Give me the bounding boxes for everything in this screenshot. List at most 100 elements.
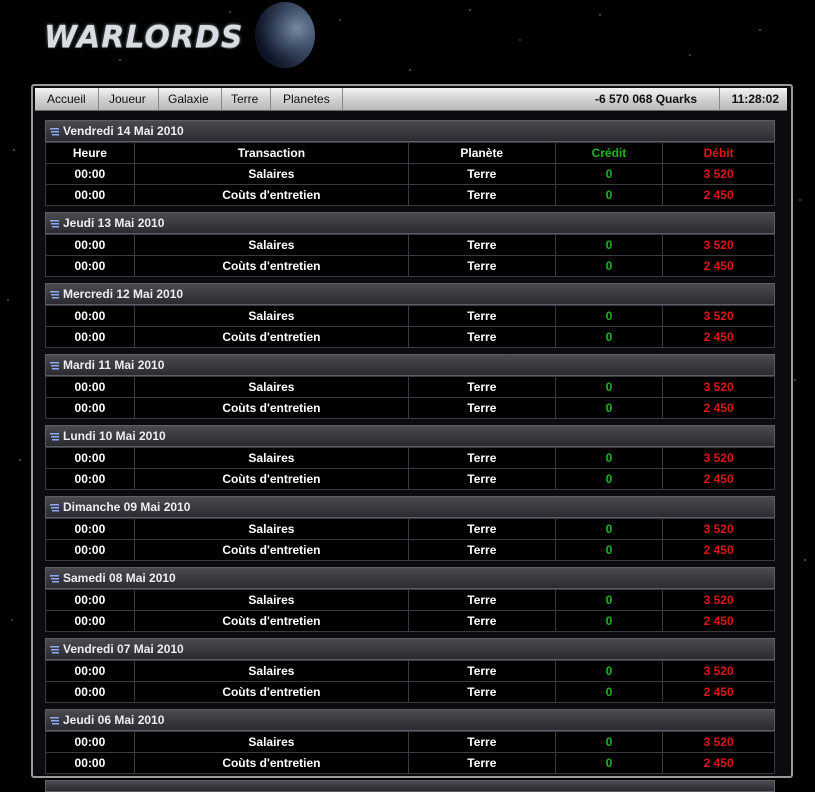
cell-transaction: Salaires (133, 234, 410, 256)
cell-heure: 00:00 (45, 234, 135, 256)
cell-debit: 2 450 (662, 326, 775, 348)
cell-debit: 2 450 (662, 184, 775, 206)
cell-planete: Terre (408, 752, 556, 774)
day-date: Vendredi 14 Mai 2010 (63, 124, 184, 138)
cell-debit: 3 520 (662, 447, 775, 469)
table-row: 00:00 Salaires Terre 0 3 520 (45, 163, 775, 185)
transaction-table: 00:00 Salaires Terre 0 3 520 00:00 Coùts d'ent… (45, 660, 775, 703)
nav-joueur[interactable]: Joueur (97, 88, 159, 110)
col-debit: Débit (662, 142, 775, 164)
cell-credit: 0 (554, 234, 664, 256)
day-section: Lundi 10 Mai 2010 00:00 Salaires Terre 0 3 52… (45, 425, 775, 490)
cell-credit: 0 (554, 184, 664, 206)
cell-planete: Terre (408, 539, 556, 561)
cell-planete: Terre (407, 163, 556, 185)
cell-heure: 00:00 (45, 376, 135, 398)
cell-planete: Terre (408, 397, 556, 419)
day-header[interactable]: Jeudi 13 Mai 2010 (45, 212, 775, 234)
site-logo[interactable]: WARLORDS (44, 20, 244, 55)
cell-debit: 3 520 (662, 305, 775, 327)
table-row: 00:00 Salaires Terre 0 3 520 (45, 305, 775, 327)
table-row: 00:00 Coùts d'entretien Terre 0 2 450 (45, 468, 775, 490)
cell-planete: Terre (408, 731, 556, 753)
table-row: 00:00 Salaires Terre 0 3 520 (45, 234, 775, 256)
cell-debit: 3 520 (662, 589, 775, 611)
day-section: Mardi 11 Mai 2010 00:00 Salaires Terre 0 3 52… (45, 354, 775, 419)
cell-debit: 2 450 (662, 539, 775, 561)
day-header[interactable]: Vendredi 07 Mai 2010 (45, 638, 775, 660)
cell-credit: 0 (554, 539, 664, 561)
cell-debit: 2 450 (662, 255, 775, 277)
cell-credit: 0 (554, 447, 664, 469)
nav-bar: Accueil Joueur Galaxie Terre Planetes -6… (35, 88, 787, 111)
cell-planete: Terre (408, 305, 556, 327)
day-header[interactable]: Mardi 11 Mai 2010 (45, 354, 775, 376)
cell-heure: 00:00 (45, 468, 135, 490)
cell-transaction: Coùts d'entretien (133, 539, 410, 561)
transaction-table: 00:00 Salaires Terre 0 3 520 00:00 Coùts d'ent… (45, 305, 775, 348)
table-header-row: Heure Transaction Planète Crédit Débit (45, 142, 775, 164)
cell-transaction: Salaires (133, 731, 410, 753)
transaction-table: 00:00 Salaires Terre 0 3 520 00:00 Coùts d'ent… (45, 589, 775, 632)
cell-heure: 00:00 (45, 731, 135, 753)
table-row: 00:00 Coùts d'entretien Terre 0 2 450 (45, 184, 775, 206)
day-section: Vendredi 14 Mai 2010 Heure Transaction Plan… (45, 120, 775, 206)
nav-galaxie[interactable]: Galaxie (156, 88, 222, 110)
list-icon (50, 427, 59, 441)
day-header[interactable]: Mercredi 12 Mai 2010 (45, 283, 775, 305)
cell-credit: 0 (554, 397, 664, 419)
cell-transaction: Salaires (133, 518, 410, 540)
cell-planete: Terre (408, 468, 556, 490)
cell-heure: 00:00 (45, 255, 135, 277)
cell-credit: 0 (554, 163, 664, 185)
day-date: Jeudi 06 Mai 2010 (63, 713, 165, 727)
day-section: Mercredi 12 Mai 2010 00:00 Salaires Terre 0 3… (45, 283, 775, 348)
nav-accueil[interactable]: Accueil (35, 88, 99, 110)
table-row: 00:00 Coùts d'entretien Terre 0 2 450 (45, 610, 775, 632)
day-date: Mardi 11 Mai 2010 (63, 358, 165, 372)
cell-planete: Terre (408, 610, 556, 632)
nav-terre[interactable]: Terre (219, 88, 272, 110)
cell-debit: 3 520 (662, 660, 775, 682)
day-header[interactable]: Lundi 10 Mai 2010 (45, 425, 775, 447)
server-clock: 11:28:02 (718, 88, 787, 110)
table-row: 00:00 Salaires Terre 0 3 520 (45, 447, 775, 469)
day-header[interactable]: Samedi 08 Mai 2010 (45, 567, 775, 589)
cell-credit: 0 (554, 305, 664, 327)
nav-planetes[interactable]: Planetes (271, 88, 343, 110)
cell-debit: 3 520 (662, 731, 775, 753)
cell-heure: 00:00 (45, 610, 135, 632)
cell-transaction: Salaires (133, 660, 410, 682)
day-section: Jeudi 06 Mai 2010 00:00 Salaires Terre 0 3 52… (45, 709, 775, 774)
cell-transaction: Coùts d'entretien (133, 255, 410, 277)
day-header[interactable]: Vendredi 14 Mai 2010 (45, 120, 775, 142)
day-header[interactable]: Dimanche 09 Mai 2010 (45, 496, 775, 518)
cell-heure: 00:00 (45, 326, 135, 348)
list-icon (50, 711, 59, 725)
cell-heure: 00:00 (45, 518, 135, 540)
cell-debit: 3 520 (662, 376, 775, 398)
cell-debit: 2 450 (662, 610, 775, 632)
table-row: 00:00 Coùts d'entretien Terre 0 2 450 (45, 397, 775, 419)
cell-heure: 00:00 (45, 184, 135, 206)
cell-planete: Terre (408, 518, 556, 540)
cell-debit: 2 450 (662, 681, 775, 703)
day-header[interactable]: Jeudi 06 Mai 2010 (45, 709, 775, 731)
cell-planete: Terre (408, 255, 556, 277)
day-date: Mercredi 12 Mai 2010 (63, 287, 184, 301)
cell-credit: 0 (554, 681, 664, 703)
table-row: 00:00 Salaires Terre 0 3 520 (45, 731, 775, 753)
day-section: Dimanche 09 Mai 2010 00:00 Salaires Terre 0 3… (45, 496, 775, 561)
list-icon (50, 640, 59, 654)
col-transaction: Transaction (133, 142, 409, 164)
table-row: 00:00 Salaires Terre 0 3 520 (45, 589, 775, 611)
day-section: Jeudi 13 Mai 2010 00:00 Salaires Terre 0 3 52… (45, 212, 775, 277)
table-row: 00:00 Coùts d'entretien Terre 0 2 450 (45, 255, 775, 277)
cell-transaction: Coùts d'entretien (133, 326, 410, 348)
cell-credit: 0 (554, 610, 664, 632)
cell-credit: 0 (554, 731, 664, 753)
planet-image (255, 2, 315, 68)
cell-debit: 3 520 (662, 234, 775, 256)
cell-transaction: Coùts d'entretien (133, 752, 410, 774)
cell-planete: Terre (408, 376, 556, 398)
